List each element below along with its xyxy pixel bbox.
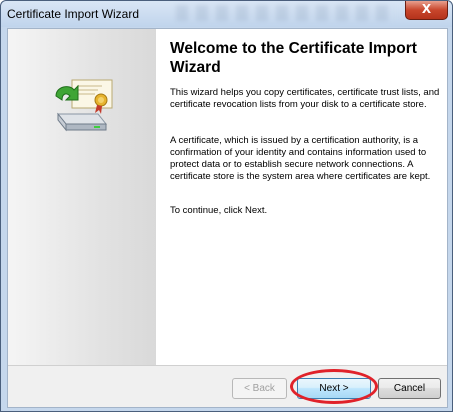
title-bar[interactable]: Certificate Import Wizard X	[1, 1, 452, 27]
certificate-description: A certificate, which is issued by a cert…	[170, 135, 431, 182]
page-title: Welcome to the Certificate Import Wizard	[170, 40, 417, 76]
continue-instruction: To continue, click Next.	[170, 205, 268, 216]
intro-paragraph: This wizard helps you copy certificates,…	[170, 87, 440, 110]
title-bar-blurred-area	[176, 5, 396, 21]
next-highlight-ellipse	[290, 369, 378, 404]
wizard-footer: < Back Next > Cancel	[8, 365, 447, 407]
certificate-import-icon	[55, 79, 113, 132]
wizard-window: Certificate Import Wizard X Welcome to t…	[0, 0, 453, 412]
window-title: Certificate Import Wizard	[7, 7, 140, 21]
wizard-side-panel	[8, 29, 156, 365]
cancel-button[interactable]: Cancel	[378, 378, 441, 399]
back-button[interactable]: < Back	[232, 378, 287, 399]
close-icon: X	[421, 2, 432, 16]
close-button[interactable]: X	[405, 1, 448, 20]
wizard-body: Welcome to the Certificate Import Wizard…	[7, 28, 448, 408]
wizard-content: Welcome to the Certificate Import Wizard…	[156, 29, 447, 365]
